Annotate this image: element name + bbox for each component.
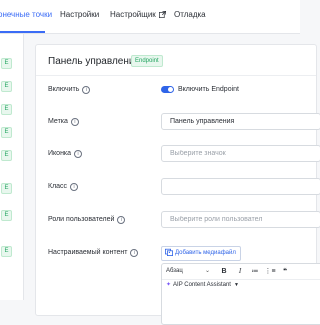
endpoint-sidebar: E E E E E E E E	[0, 34, 24, 300]
external-link-icon	[158, 11, 166, 18]
sidebar-item-badge[interactable]: E	[1, 246, 12, 257]
enable-label: Включить i	[48, 85, 91, 94]
active-tab-indicator	[0, 31, 45, 33]
sidebar-item-badge[interactable]: E	[1, 127, 12, 138]
aip-assistant-menu[interactable]: ✦ AIP Content Assistant ▼	[162, 279, 320, 290]
format-select-value: Абзац	[166, 268, 183, 274]
icon-field-label: Иконка i	[48, 149, 83, 158]
add-media-label: Добавить медиафайл	[175, 250, 236, 256]
sidebar-item-badge[interactable]: E	[1, 104, 12, 115]
info-icon: i	[70, 183, 79, 191]
top-tabs: онечные точки Настройки Настройщик Отлад…	[0, 0, 300, 34]
info-icon: i	[117, 216, 126, 224]
sparkle-icon: ✦	[166, 282, 172, 288]
panel-divider	[36, 75, 316, 76]
chevron-down-icon: ⌄	[204, 268, 210, 274]
panel-title: Панель управления	[48, 56, 140, 67]
tab-debug[interactable]: Отладка	[174, 10, 206, 20]
icon-input[interactable]	[161, 145, 320, 162]
icon-field-label-text: Иконка	[48, 150, 72, 157]
add-media-button[interactable]: Добавить медиафайл	[161, 246, 241, 261]
info-icon: i	[74, 150, 83, 158]
numbered-list-button[interactable]: ⋮≡	[264, 267, 276, 276]
bullet-list-button[interactable]: ≔	[250, 267, 260, 276]
class-field-label-text: Класс	[48, 183, 68, 190]
sidebar-item-badge[interactable]: E	[1, 210, 12, 221]
label-input[interactable]	[161, 113, 320, 130]
toggle-knob	[168, 87, 173, 92]
label-field-label-text: Метка	[48, 118, 68, 125]
format-select[interactable]: Абзац ⌄	[166, 267, 210, 276]
class-field-label: Класс i	[48, 182, 79, 191]
endpoint-badge: Endpoint	[131, 55, 163, 67]
info-icon: i	[82, 86, 91, 94]
content-field-label-text: Настраиваемый контент	[48, 249, 128, 256]
editor-toolbar: Абзац ⌄ B I ≔ ⋮≡ ❝	[162, 264, 320, 278]
bold-button[interactable]: B	[220, 267, 228, 276]
italic-button[interactable]: I	[236, 267, 244, 276]
tab-endpoints[interactable]: онечные точки	[0, 10, 52, 20]
media-icon	[165, 248, 173, 256]
enable-toggle-label: Включить Endpoint	[178, 86, 239, 93]
content-editor[interactable]: Абзац ⌄ B I ≔ ⋮≡ ❝ ✦ AIP Content Assistant…	[161, 263, 320, 325]
roles-field-label: Роли пользователей i	[48, 215, 126, 224]
label-field-label: Метка i	[48, 117, 79, 126]
class-input[interactable]	[161, 178, 320, 195]
roles-field-label-text: Роли пользователей	[48, 216, 115, 223]
info-icon: i	[70, 118, 79, 126]
tab-customizer-label: Настройщик	[110, 10, 156, 19]
tab-customizer[interactable]: Настройщик	[110, 10, 166, 20]
caret-down-icon: ▼	[233, 282, 239, 288]
sidebar-item-badge[interactable]: E	[1, 183, 12, 194]
blockquote-button[interactable]: ❝	[280, 267, 290, 276]
content-field-label: Настраиваемый контент i	[48, 248, 139, 257]
roles-input[interactable]	[161, 211, 320, 228]
enable-toggle[interactable]	[161, 86, 174, 93]
info-icon: i	[130, 249, 139, 257]
aip-assistant-label: AIP Content Assistant	[173, 282, 231, 288]
tab-settings[interactable]: Настройки	[60, 10, 99, 20]
sidebar-item-badge[interactable]: E	[1, 81, 12, 92]
enable-label-text: Включить	[48, 86, 80, 93]
sidebar-item-badge[interactable]: E	[1, 58, 12, 69]
sidebar-item-badge[interactable]: E	[1, 150, 12, 161]
endpoint-settings-panel: Панель управления Endpoint Включить i Вкл…	[35, 44, 320, 325]
